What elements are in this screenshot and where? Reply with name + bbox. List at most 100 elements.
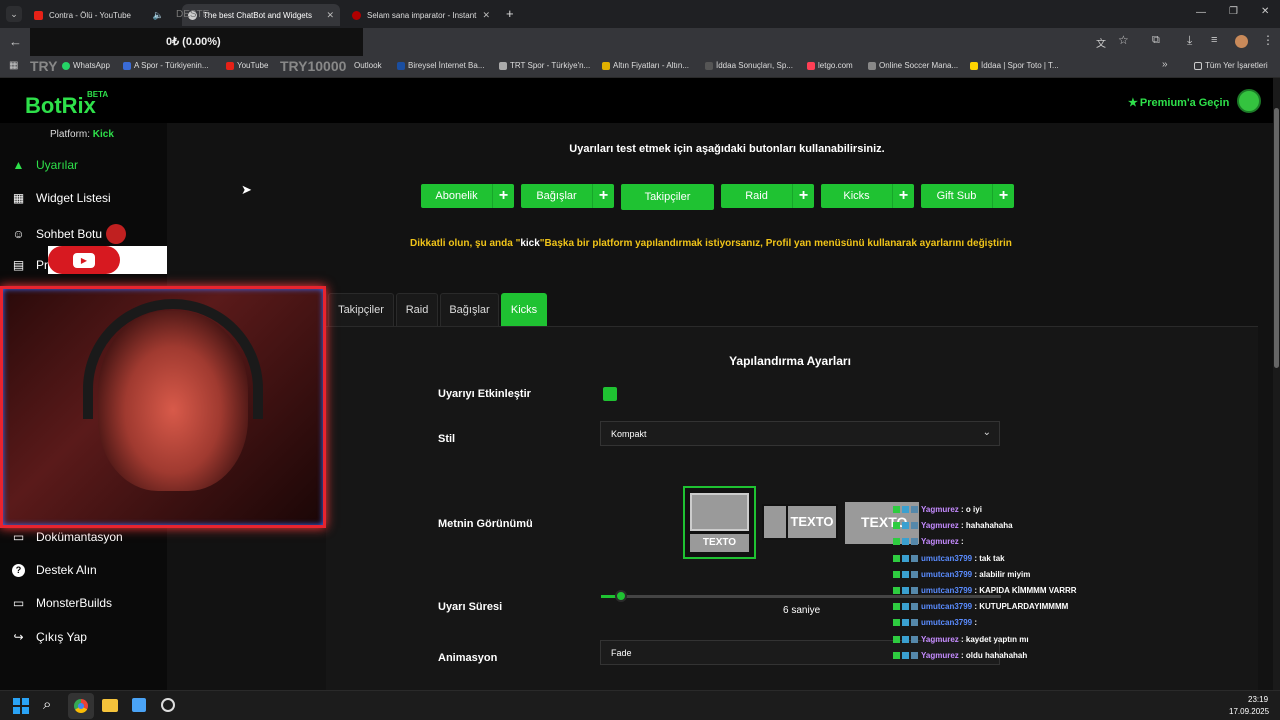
search-icon[interactable]: ⌕ <box>43 696 51 713</box>
sidebar-item-monsterbuilds[interactable]: ▭ MonsterBuilds <box>12 596 112 610</box>
chat-separator: : <box>972 586 980 595</box>
extensions-icon[interactable]: ⧉ <box>1152 34 1160 47</box>
sidebar-item-uyarilar[interactable]: ▲ Uyarılar <box>12 158 78 172</box>
tab-youtube[interactable]: Contra - Ölü - YouTube 🔈 <box>28 4 176 26</box>
image-placeholder-icon <box>764 506 786 538</box>
bookmark-bireysel[interactable]: Bireysel İnternet Ba... <box>397 61 484 70</box>
button-label: Abonelik <box>435 190 478 202</box>
all-bookmarks[interactable]: Tüm Yer İşaretleri <box>1194 61 1268 70</box>
doc-icon: ▭ <box>12 530 25 544</box>
botrix-logo[interactable]: BotRix <box>25 93 96 119</box>
bookmark-trt[interactable]: TRT Spor - Türkiye'n... <box>499 61 590 70</box>
bookmark-spor-toto[interactable]: İddaa | Spor Toto | T... <box>970 61 1059 70</box>
tab-search-button[interactable]: ⌄ <box>6 6 22 22</box>
tab-takipciler[interactable]: Takipçiler <box>328 293 394 326</box>
avatar[interactable] <box>1237 89 1261 113</box>
minimize-icon[interactable]: — <box>1196 7 1206 18</box>
bookmark-whatsapp[interactable]: WhatsApp <box>62 61 110 70</box>
windows-start-icon[interactable] <box>13 698 29 714</box>
tab-instant[interactable]: Selam sana imparator - Instant ✕ <box>346 4 496 26</box>
youtube-icon <box>226 61 234 70</box>
duration-slider-knob[interactable] <box>615 590 627 602</box>
duration-slider-track[interactable] <box>601 590 1001 602</box>
close-tab-icon[interactable]: ✕ <box>482 10 490 21</box>
download-icon[interactable]: ⤓ <box>1187 33 1192 48</box>
back-arrow-icon[interactable]: ← <box>9 34 22 49</box>
platform-label: Platform: <box>50 129 91 140</box>
bookmark-soccer[interactable]: Online Soccer Mana... <box>868 61 958 70</box>
page-scrollbar[interactable] <box>1273 78 1280 690</box>
bookmark-iddaa-sonuc[interactable]: İddaa Sonuçları, Sp... <box>705 61 793 70</box>
folder-icon <box>1194 61 1202 70</box>
sidebar-item-destek[interactable]: ? Destek Alın <box>12 563 97 577</box>
store-icon[interactable] <box>132 698 146 712</box>
text-option-stacked[interactable]: TEXTO <box>683 486 756 559</box>
close-window-icon[interactable]: ✕ <box>1261 6 1269 17</box>
bookmark-letgo[interactable]: letgo.com <box>807 61 853 70</box>
bookmarks-bar: ▦ TRY WhatsApp A Spor - Türkiyenin... Yo… <box>0 56 1280 78</box>
more-bookmarks-icon[interactable]: » <box>1162 59 1168 70</box>
chat-separator: : <box>958 521 966 531</box>
chat-username: Yagmurez <box>921 537 959 547</box>
apps-grid-icon[interactable]: ▦ <box>9 60 18 71</box>
text-sample: TEXTO <box>788 506 836 538</box>
test-raid-button[interactable]: Raid + <box>721 184 814 208</box>
bookmark-altin[interactable]: Altın Fiyatları - Altın... <box>602 61 689 70</box>
media-icon[interactable]: ≡ <box>1211 34 1217 46</box>
test-giftsub-button[interactable]: Gift Sub + <box>921 184 1014 208</box>
bookmark-youtube[interactable]: YouTube <box>226 61 268 70</box>
chat-message: umutcan3799 : alabilir miyim <box>893 570 1030 579</box>
folder-icon[interactable] <box>102 699 118 712</box>
bookmark-aspor[interactable]: A Spor - Türkiyenin... <box>123 61 209 70</box>
new-tab-button[interactable]: + <box>506 6 514 21</box>
youtube-pill: ▶ <box>48 246 120 274</box>
test-kicks-button[interactable]: Kicks + <box>821 184 914 208</box>
test-abonelik-button[interactable]: Abonelik + <box>421 184 514 208</box>
premium-link[interactable]: ★ Premium'a Geçin <box>1128 96 1229 110</box>
trt-icon <box>499 61 507 70</box>
clock-time[interactable]: 23:19 <box>1248 695 1268 704</box>
sidebar-item-sohbet-botu[interactable]: ☺ Sohbet Botu <box>12 224 127 244</box>
bookmark-outlook[interactable]: Outlook <box>354 61 382 70</box>
speaker-icon: 🔈 <box>152 9 164 20</box>
chrome-icon[interactable] <box>68 693 94 719</box>
tab-raid[interactable]: Raid <box>396 293 438 326</box>
text-option-side[interactable]: TEXTO <box>762 504 838 540</box>
badge-icon <box>911 554 918 562</box>
tab-bagislar[interactable]: Bağışlar <box>440 293 499 326</box>
youtube-icon <box>34 10 43 20</box>
chevron-down-icon: ⌄ <box>982 427 991 438</box>
menu-icon[interactable]: ⋮ <box>1262 33 1274 47</box>
bookmark-label: WhatsApp <box>73 61 110 70</box>
scrollbar-thumb[interactable] <box>1274 108 1279 368</box>
star-icon: ★ <box>1128 97 1138 109</box>
sidebar-item-widget-listesi[interactable]: ▦ Widget Listesi <box>12 191 111 205</box>
chat-text: KAPIDA KİMMMM VARRR <box>979 586 1077 595</box>
clock-date[interactable]: 17.09.2025 <box>1229 707 1269 716</box>
kick-badge-icon <box>893 603 900 611</box>
tab-label: Takipçiler <box>338 304 384 316</box>
star-icon[interactable]: ☆ <box>1118 33 1129 47</box>
button-label: Raid <box>745 190 768 202</box>
enable-label: Uyarıyı Etkinleştir <box>438 388 531 400</box>
test-takipciler-button[interactable]: Takipçiler <box>621 184 714 210</box>
sidebar-item-dokumantasyon[interactable]: ▭ Dokümantasyon <box>12 530 123 544</box>
chat-text: KUTUPLARDAYIMMMM <box>979 602 1069 612</box>
tab-title: The best ChatBot and Widgets <box>203 10 312 20</box>
test-bagislar-button[interactable]: Bağışlar + <box>521 184 614 208</box>
chat-separator: : <box>972 602 980 612</box>
browser-tab-bar: ⌄ Contra - Ölü - YouTube 🔈 The best Chat… <box>0 0 1280 28</box>
tab-kicks[interactable]: Kicks <box>501 293 547 326</box>
bookmark-label: Online Soccer Mana... <box>879 61 959 70</box>
chat-text: oldu hahahahah <box>965 650 1028 660</box>
tab-title: Selam sana imparator - Instant <box>367 10 477 20</box>
enable-checkbox[interactable] <box>603 387 617 401</box>
profile-avatar[interactable] <box>1235 35 1248 48</box>
app-icon[interactable] <box>161 698 175 712</box>
translate-icon[interactable]: ⽂ <box>1096 35 1106 50</box>
restore-icon[interactable]: ❐ <box>1229 6 1238 17</box>
badge-icon <box>911 570 918 578</box>
sidebar-item-cikis[interactable]: ↪ Çıkış Yap <box>12 630 86 644</box>
style-select[interactable]: Kompakt ⌄ <box>600 421 1000 446</box>
close-tab-icon[interactable]: ✕ <box>326 10 334 21</box>
